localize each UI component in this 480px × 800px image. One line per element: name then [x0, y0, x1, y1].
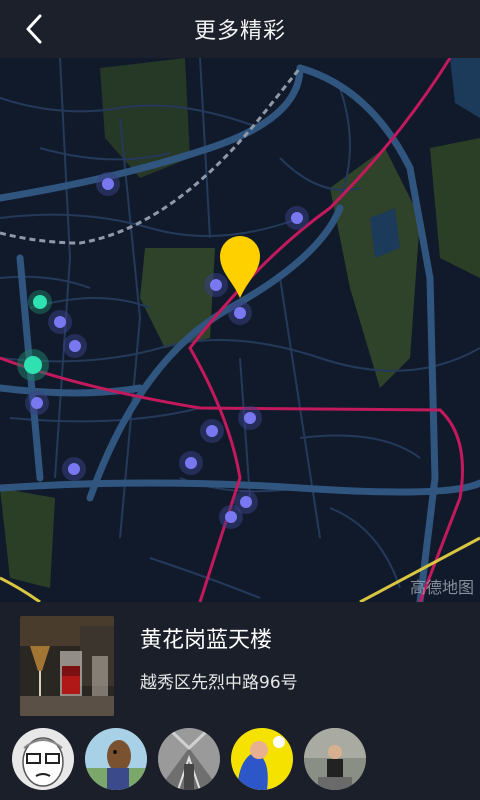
poi-marker[interactable] — [54, 316, 66, 328]
poi-marker[interactable] — [185, 457, 197, 469]
app-root: 更多精彩 高德地图 黄花岗蓝天楼 越秀区先烈中路96号 — [0, 0, 480, 800]
avatar-person-photo[interactable] — [304, 728, 366, 790]
poi-marker[interactable] — [240, 496, 252, 508]
poi-marker[interactable] — [225, 511, 237, 523]
poi-marker[interactable] — [210, 279, 222, 291]
poi-marker[interactable] — [206, 425, 218, 437]
top-bar: 更多精彩 — [0, 0, 480, 58]
map-view[interactable]: 高德地图 — [0, 58, 480, 602]
poi-marker[interactable] — [68, 463, 80, 475]
poi-marker[interactable] — [291, 212, 303, 224]
place-info-card[interactable]: 黄花岗蓝天楼 越秀区先烈中路96号 — [0, 602, 480, 728]
cocktail-photo — [20, 616, 114, 716]
poi-marker[interactable] — [31, 397, 43, 409]
place-name: 黄花岗蓝天楼 — [140, 628, 273, 653]
avatar-cartoon-face[interactable] — [12, 728, 74, 790]
poi-marker[interactable] — [102, 178, 114, 190]
avatar-row — [0, 728, 480, 800]
place-address: 越秀区先烈中路96号 — [140, 673, 298, 693]
avatar-yellow-illustration[interactable] — [231, 728, 293, 790]
map-watermark: 高德地图 — [409, 578, 474, 597]
page-title: 更多精彩 — [193, 19, 286, 44]
poi-marker-active[interactable] — [24, 356, 42, 374]
poi-marker-active[interactable] — [33, 295, 47, 309]
avatar-building[interactable] — [158, 728, 220, 790]
chevron-left-icon — [26, 14, 42, 44]
map-canvas[interactable] — [0, 58, 480, 602]
place-thumbnail[interactable] — [20, 616, 114, 716]
poi-marker[interactable] — [234, 307, 246, 319]
poi-marker[interactable] — [69, 340, 81, 352]
poi-marker[interactable] — [244, 412, 256, 424]
back-button[interactable] — [18, 12, 52, 46]
avatar-horse-character[interactable] — [85, 728, 147, 790]
